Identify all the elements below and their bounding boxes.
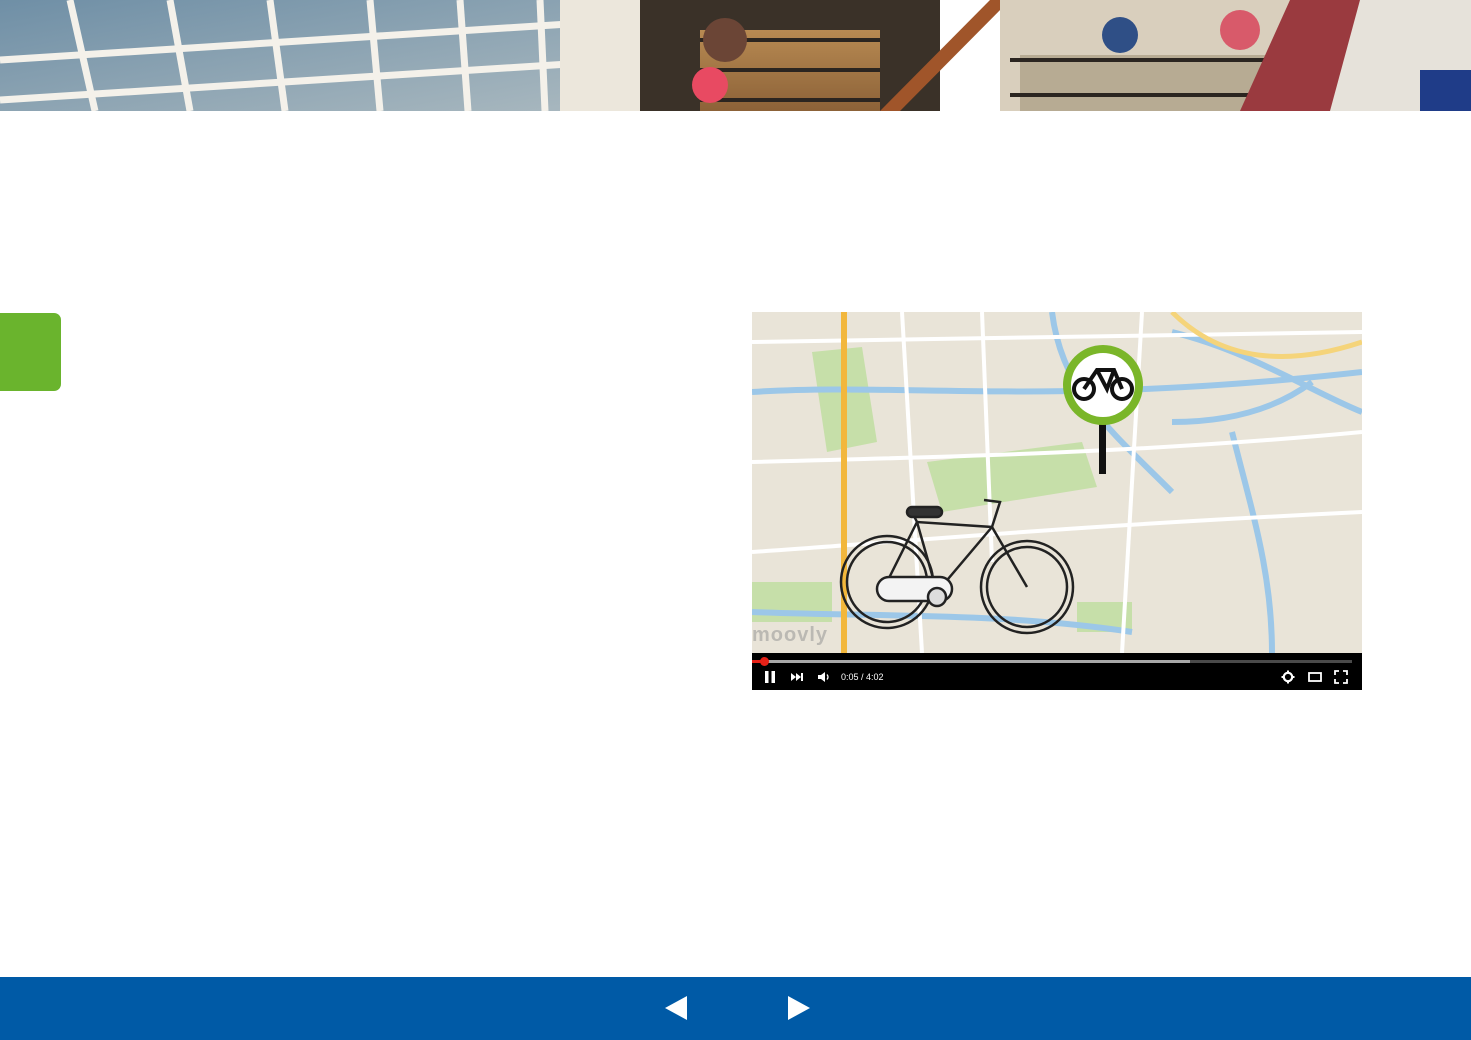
settings-button[interactable] [1280,669,1296,685]
progress-loaded [752,660,1190,663]
next-icon [791,673,803,681]
pause-icon [765,671,775,683]
progress-scrubber[interactable] [760,657,769,666]
gear-icon [1281,670,1295,684]
chapter-tab[interactable] [0,313,61,391]
video-controls: 0:05 / 4:02 [752,653,1362,690]
right-arrow-icon [788,996,810,1020]
video-frame-map [752,312,1362,653]
volume-icon [818,672,829,682]
staircase-photo [0,0,1471,111]
left-arrow-icon [665,996,687,1020]
footer-nav [0,977,1471,1040]
watermark: moovly [752,624,829,646]
video-player[interactable]: moovly 0:05 / 4:02 [752,312,1362,690]
progress-bar[interactable] [752,657,1352,666]
volume-button[interactable] [816,669,832,685]
theater-mode-icon [1308,672,1322,682]
next-page-button[interactable] [783,993,813,1023]
fullscreen-button[interactable] [1333,669,1349,685]
theater-mode-button[interactable] [1307,669,1323,685]
next-button[interactable] [789,669,805,685]
header-photo [0,0,1471,111]
pause-button[interactable] [762,669,778,685]
time-display: 0:05 / 4:02 [841,672,884,682]
previous-page-button[interactable] [662,993,692,1023]
fullscreen-icon [1334,670,1348,684]
